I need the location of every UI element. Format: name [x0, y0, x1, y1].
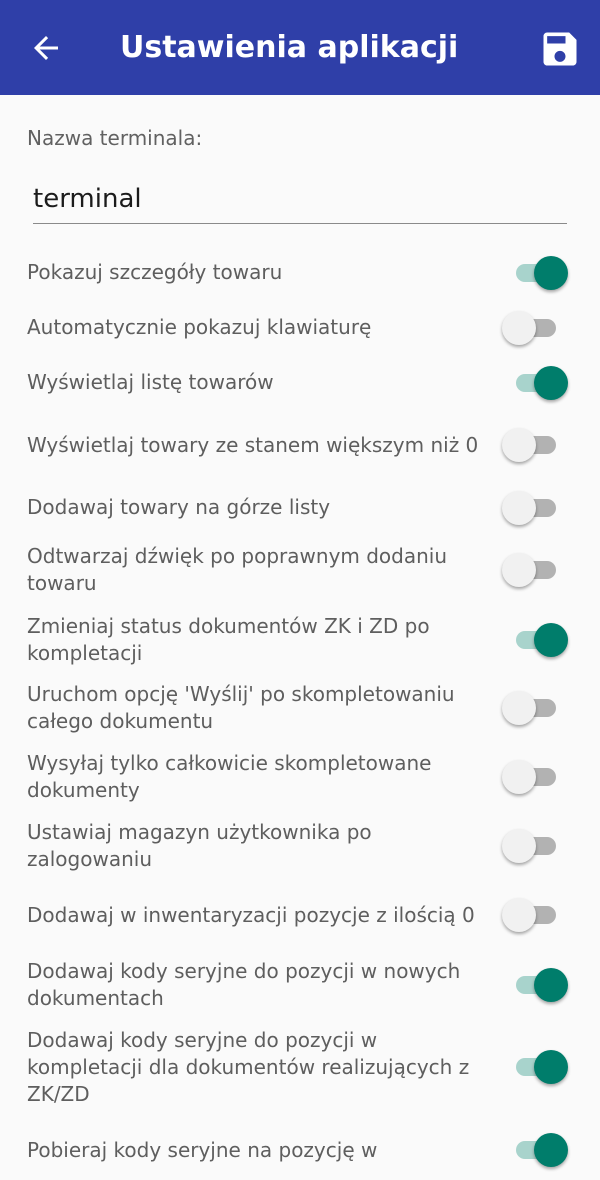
- setting-toggle[interactable]: [502, 308, 570, 348]
- setting-label: Dodawaj kody seryjne do pozycji w nowych…: [27, 959, 461, 1010]
- setting-row[interactable]: Dodawaj kody seryjne do pozycji w komple…: [0, 1024, 600, 1110]
- terminal-name-label: Nazwa terminala:: [27, 126, 203, 150]
- setting-toggle[interactable]: [502, 826, 570, 866]
- setting-toggle[interactable]: [514, 253, 570, 293]
- toggle-thumb: [534, 365, 568, 400]
- setting-label: Wyświetlaj listę towarów: [27, 370, 274, 394]
- setting-row[interactable]: Zmieniaj status dokumentów ZK i ZD po ko…: [0, 610, 600, 670]
- toggle-thumb: [534, 623, 568, 657]
- setting-row[interactable]: Wyświetlaj listę towarów: [0, 360, 600, 405]
- toggle-thumb: [502, 898, 536, 932]
- setting-label: Zmieniaj status dokumentów ZK i ZD po ko…: [27, 614, 430, 665]
- setting-toggle[interactable]: [514, 620, 570, 660]
- setting-toggle[interactable]: [502, 688, 570, 728]
- setting-row[interactable]: Pobieraj kody seryjne na pozycję w: [0, 1120, 600, 1180]
- setting-label: Pokazuj szczegóły towaru: [27, 260, 283, 284]
- toggle-thumb: [502, 428, 536, 462]
- setting-row[interactable]: Dodawaj towary na górze listy: [0, 485, 600, 530]
- setting-row[interactable]: Odtwarzaj dźwięk po poprawnym dodaniu to…: [0, 540, 600, 600]
- toggle-thumb: [502, 310, 536, 345]
- setting-label: Odtwarzaj dźwięk po poprawnym dodaniu to…: [27, 544, 448, 595]
- arrow-left-icon[interactable]: [28, 30, 64, 66]
- setting-label: Pobieraj kody seryjne na pozycję w: [27, 1137, 378, 1162]
- setting-toggle[interactable]: [502, 895, 570, 935]
- toggle-thumb: [502, 829, 536, 863]
- setting-row[interactable]: Dodawaj kody seryjne do pozycji w nowych…: [0, 955, 600, 1015]
- terminal-name-input[interactable]: [33, 179, 567, 219]
- setting-toggle[interactable]: [514, 965, 570, 1005]
- setting-toggle[interactable]: [502, 550, 570, 590]
- setting-label: Wysyłaj tylko całkowicie skompletowane d…: [27, 751, 432, 802]
- page-title: Ustawienia aplikacji: [120, 30, 459, 65]
- setting-toggle[interactable]: [514, 1047, 570, 1087]
- setting-toggle[interactable]: [514, 1130, 570, 1170]
- setting-toggle[interactable]: [502, 425, 570, 465]
- setting-toggle[interactable]: [514, 363, 570, 403]
- toggle-thumb: [534, 968, 568, 1002]
- setting-label: Wyświetlaj towary ze stanem większym niż…: [27, 432, 479, 457]
- toggle-thumb: [534, 255, 568, 290]
- terminal-name-field[interactable]: [33, 179, 567, 224]
- toggle-thumb: [534, 1133, 568, 1167]
- toggle-thumb: [502, 490, 536, 525]
- setting-label: Dodawaj kody seryjne do pozycji w komple…: [27, 1027, 470, 1106]
- setting-label: Uruchom opcję 'Wyślij' po skompletowaniu…: [27, 682, 455, 733]
- toggle-thumb: [502, 553, 536, 587]
- setting-row[interactable]: Pokazuj szczegóły towaru: [0, 250, 600, 295]
- setting-row[interactable]: Dodawaj w inwentaryzacji pozycje z ilośc…: [0, 885, 600, 945]
- app-bar: Ustawienia aplikacji: [0, 0, 600, 95]
- setting-label: Dodawaj towary na górze listy: [27, 495, 331, 519]
- setting-row[interactable]: Automatycznie pokazuj klawiaturę: [0, 305, 600, 350]
- setting-row[interactable]: Wysyłaj tylko całkowicie skompletowane d…: [0, 747, 600, 807]
- toggle-thumb: [502, 691, 536, 725]
- setting-row[interactable]: Wyświetlaj towary ze stanem większym niż…: [0, 415, 600, 475]
- save-floppy-icon[interactable]: [538, 27, 582, 71]
- toggle-thumb: [534, 1050, 568, 1084]
- setting-label: Ustawiaj magazyn użytkownika po zalogowa…: [27, 820, 372, 871]
- setting-label: Automatycznie pokazuj klawiaturę: [27, 315, 372, 339]
- setting-label: Dodawaj w inwentaryzacji pozycje z ilośc…: [27, 902, 475, 927]
- setting-toggle[interactable]: [502, 757, 570, 797]
- setting-row[interactable]: Uruchom opcję 'Wyślij' po skompletowaniu…: [0, 678, 600, 738]
- setting-toggle[interactable]: [502, 488, 570, 528]
- setting-row[interactable]: Ustawiaj magazyn użytkownika po zalogowa…: [0, 816, 600, 876]
- toggle-thumb: [502, 760, 536, 794]
